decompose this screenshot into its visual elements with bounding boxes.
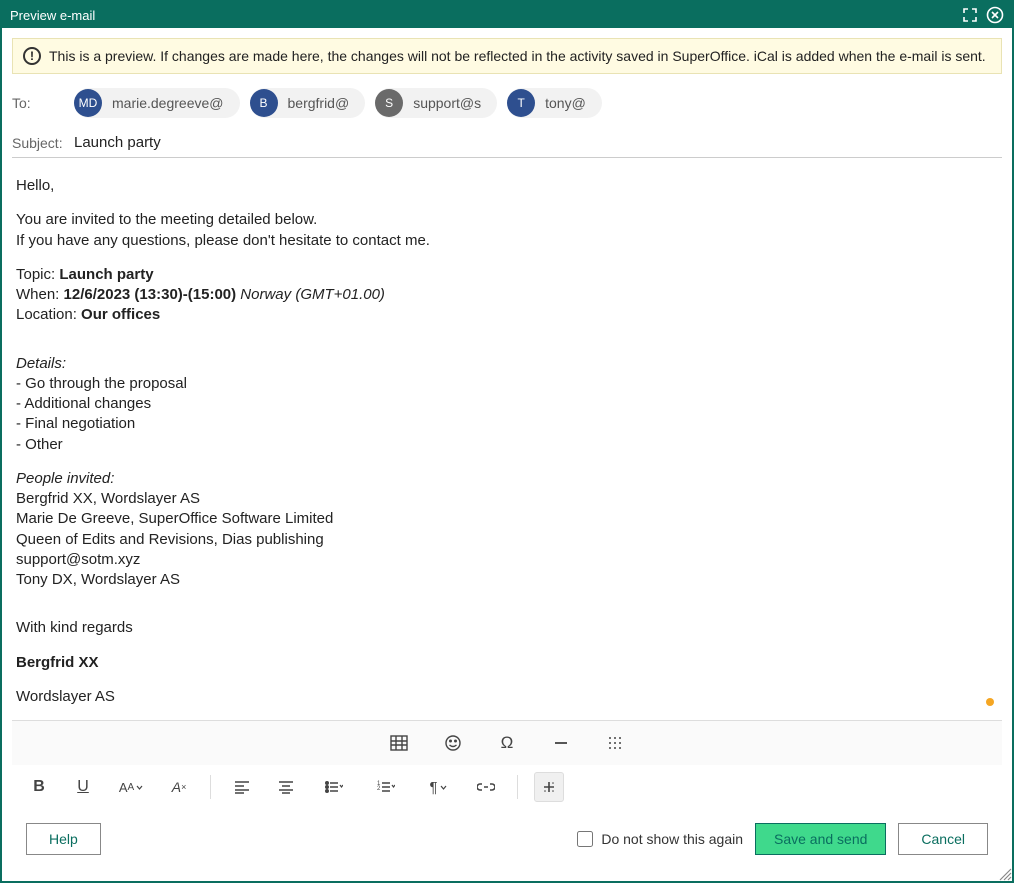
body-when: When: 12/6/2023 (13:30)-(15:00) Norway (…: [16, 285, 998, 305]
avatar: T: [507, 89, 535, 117]
recipient-address: tony@: [545, 95, 586, 111]
email-body-editor[interactable]: Hello, You are invited to the meeting de…: [12, 158, 1002, 720]
dialog-content: ! This is a preview. If changes are made…: [2, 28, 1012, 881]
status-dot-icon: [986, 698, 994, 706]
body-location: Location: Our offices: [16, 305, 998, 325]
paragraph-icon[interactable]: ¶: [419, 772, 457, 802]
body-invited-item: Marie De Greeve, SuperOffice Software Li…: [16, 509, 998, 529]
underline-icon[interactable]: U: [68, 772, 98, 802]
body-invited-list: Bergfrid XX, Wordslayer ASMarie De Greev…: [16, 489, 998, 590]
body-sender-name: Bergfrid XX: [16, 653, 998, 673]
recipient-chip[interactable]: MD marie.degreeve@: [74, 88, 240, 118]
cancel-button[interactable]: Cancel: [898, 823, 988, 855]
body-detail-item: - Other: [16, 435, 998, 455]
svg-text:2: 2: [377, 786, 381, 792]
body-detail-item: - Go through the proposal: [16, 374, 998, 394]
subject-input[interactable]: [74, 134, 1002, 151]
dialog-title: Preview e-mail: [10, 8, 962, 23]
subject-row: Subject:: [12, 134, 1002, 158]
warning-bar: ! This is a preview. If changes are made…: [12, 38, 1002, 74]
body-invited-item: Bergfrid XX, Wordslayer AS: [16, 489, 998, 509]
dont-show-checkbox-input[interactable]: [577, 831, 593, 847]
body-details-label: Details:: [16, 354, 998, 374]
body-greeting: Hello,: [16, 176, 998, 196]
body-invited-item: Queen of Edits and Revisions, Dias publi…: [16, 530, 998, 550]
more-icon[interactable]: [534, 772, 564, 802]
avatar: MD: [74, 89, 102, 117]
avatar: B: [250, 89, 278, 117]
dialog-footer: Help Do not show this again Save and sen…: [12, 809, 1002, 871]
recipient-address: bergfrid@: [288, 95, 350, 111]
clear-format-icon[interactable]: A×: [164, 772, 194, 802]
close-icon[interactable]: [986, 6, 1004, 24]
avatar: S: [375, 89, 403, 117]
align-center-icon[interactable]: [271, 772, 301, 802]
body-detail-item: - Final negotiation: [16, 414, 998, 434]
recipients-list[interactable]: MD marie.degreeve@ Bbergfrid@ Ssupport@s Tto…: [74, 88, 1002, 118]
recipient-chip[interactable]: Ssupport@s: [375, 88, 497, 118]
warning-icon: !: [23, 47, 41, 65]
help-button[interactable]: Help: [26, 823, 101, 855]
emoji-icon[interactable]: [438, 728, 468, 758]
body-invited-label: People invited:: [16, 469, 998, 489]
body-intro2: If you have any questions, please don't …: [16, 231, 998, 251]
body-details-list: - Go through the proposal- Additional ch…: [16, 374, 998, 455]
horizontal-rule-icon[interactable]: [546, 728, 576, 758]
body-invited-item: Tony DX, Wordslayer AS: [16, 570, 998, 590]
fullscreen-icon[interactable]: [962, 7, 978, 23]
body-invited-item: support@sotm.xyz: [16, 550, 998, 570]
to-label: To:: [12, 95, 62, 111]
body-intro1: You are invited to the meeting detailed …: [16, 210, 998, 230]
to-row: To: MD marie.degreeve@ Bbergfrid@ Ssupport@…: [12, 88, 1002, 118]
subject-label: Subject:: [12, 135, 62, 151]
body-signoff: With kind regards: [16, 618, 998, 638]
body-topic: Topic: Launch party: [16, 265, 998, 285]
font-size-icon[interactable]: AA: [112, 772, 150, 802]
recipient-chip[interactable]: Ttony@: [507, 88, 602, 118]
recipient-address: marie.degreeve@: [112, 95, 224, 111]
special-char-icon[interactable]: Ω: [492, 728, 522, 758]
recipient-chip[interactable]: Bbergfrid@: [250, 88, 366, 118]
warning-text: This is a preview. If changes are made h…: [49, 48, 986, 64]
numbered-list-icon[interactable]: 12: [367, 772, 405, 802]
link-icon[interactable]: [471, 772, 501, 802]
recipient-address: support@s: [413, 95, 481, 111]
dont-show-checkbox[interactable]: Do not show this again: [577, 831, 743, 847]
body-sender-company: Wordslayer AS: [16, 687, 998, 707]
preview-email-dialog: Preview e-mail ! This is a preview. If c…: [0, 0, 1014, 883]
bold-icon[interactable]: B: [24, 772, 54, 802]
bullet-list-icon[interactable]: [315, 772, 353, 802]
grid-icon[interactable]: [600, 728, 630, 758]
editor-toolbar: Ω B U AA A×: [12, 720, 1002, 809]
align-left-icon[interactable]: [227, 772, 257, 802]
save-and-send-button[interactable]: Save and send: [755, 823, 886, 855]
table-icon[interactable]: [384, 728, 414, 758]
dont-show-label: Do not show this again: [601, 831, 743, 847]
titlebar: Preview e-mail: [2, 2, 1012, 28]
body-detail-item: - Additional changes: [16, 394, 998, 414]
